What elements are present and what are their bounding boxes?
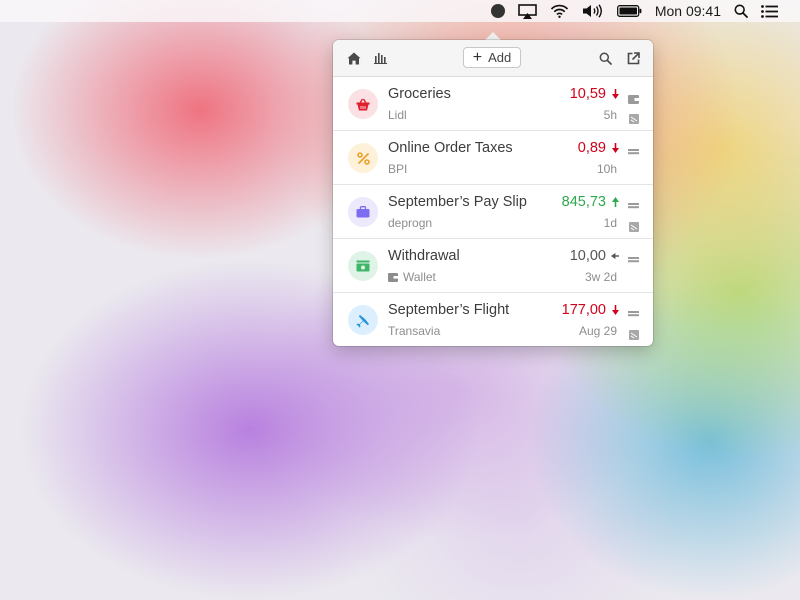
transaction-amount-group: 845,73 [562, 194, 619, 210]
account-icon [628, 145, 639, 155]
transactions-popover: + Add Groceries Lidl 10,59 5h Online Order T… [333, 40, 653, 346]
transaction-row[interactable]: Withdrawal Wallet 10,00 3w 2d [333, 239, 653, 293]
home-icon[interactable] [345, 49, 363, 67]
transaction-time: Aug 29 [578, 324, 617, 338]
transaction-amount-group: 10,00 [570, 248, 619, 264]
transaction-title: Groceries [388, 86, 451, 102]
spotlight-search-icon[interactable] [734, 0, 748, 22]
account-icon [628, 253, 639, 263]
transaction-row[interactable]: September’s Flight Transavia 177,00 Aug 29 [333, 293, 653, 346]
transaction-payee: Lidl [388, 108, 407, 122]
transaction-row[interactable]: Groceries Lidl 10,59 5h [333, 77, 653, 131]
transaction-payee-label: deprogn [388, 216, 433, 230]
transaction-title: September’s Pay Slip [388, 194, 527, 210]
transaction-amount: 177,00 [561, 302, 606, 318]
transaction-time: 1d [603, 216, 617, 230]
popover-toolbar: + Add [333, 40, 653, 77]
transaction-time: 10h [596, 162, 617, 176]
airplay-icon[interactable] [518, 0, 537, 22]
add-label: Add [488, 50, 512, 65]
transaction-amount-group: 10,59 [570, 86, 619, 102]
briefcase-icon [348, 197, 378, 227]
notification-center-icon[interactable] [761, 0, 778, 22]
arrow-up-icon [611, 197, 619, 208]
percent-icon [348, 143, 378, 173]
account-icon [628, 199, 639, 209]
transaction-amount: 10,59 [569, 86, 606, 102]
transaction-amount: 10,00 [569, 248, 606, 264]
transaction-row[interactable]: Online Order Taxes BPI 0,89 10h [333, 131, 653, 185]
arrow-down-icon [611, 89, 619, 100]
battery-icon[interactable] [616, 0, 642, 22]
volume-icon[interactable] [582, 0, 604, 22]
transaction-payee-label: Lidl [388, 108, 407, 122]
transaction-payee-label: BPI [388, 162, 408, 176]
basket-icon [348, 89, 378, 119]
transaction-payee-label: Transavia [388, 324, 441, 338]
plane-icon [348, 305, 378, 335]
transaction-title: September’s Flight [388, 302, 510, 318]
transaction-payee: deprogn [388, 216, 432, 230]
menubar-clock[interactable]: Mon 09:41 [655, 3, 721, 19]
transaction-time: 3w 2d [584, 270, 617, 284]
menu-bar: Mon 09:41 [0, 0, 800, 22]
transaction-row[interactable]: September’s Pay Slip deprogn 845,73 1d [333, 185, 653, 239]
transaction-title: Online Order Taxes [388, 140, 513, 156]
cleared-status-icon [629, 219, 639, 232]
arrow-down-icon [611, 305, 619, 316]
external-link-icon[interactable] [624, 49, 642, 67]
cleared-status-icon [629, 327, 639, 340]
transaction-amount-group: 177,00 [562, 302, 619, 318]
transaction-amount: 845,73 [561, 194, 606, 210]
arrow-left-icon [611, 251, 619, 262]
cash-icon [348, 251, 378, 281]
transaction-title: Withdrawal [388, 248, 460, 264]
account-icon [628, 307, 639, 317]
search-icon[interactable] [596, 49, 614, 67]
wallet-icon [388, 272, 403, 282]
transaction-list: Groceries Lidl 10,59 5h Online Order Taxes BP… [333, 77, 653, 346]
transaction-time: 5h [603, 108, 617, 122]
plus-icon: + [472, 48, 483, 66]
app-status-icon[interactable] [490, 0, 505, 22]
transaction-payee-label: Wallet [403, 270, 436, 284]
transaction-amount-group: 0,89 [578, 140, 619, 156]
wifi-icon[interactable] [550, 0, 569, 22]
account-icon [628, 91, 639, 104]
add-transaction-button[interactable]: + Add [463, 47, 521, 68]
transaction-payee: BPI [388, 162, 407, 176]
arrow-down-icon [611, 143, 619, 154]
transaction-payee: Wallet [388, 270, 436, 284]
bar-chart-icon[interactable] [371, 49, 389, 67]
transaction-payee: Transavia [388, 324, 440, 338]
transaction-amount: 0,89 [577, 140, 606, 156]
cleared-status-icon [629, 111, 639, 124]
